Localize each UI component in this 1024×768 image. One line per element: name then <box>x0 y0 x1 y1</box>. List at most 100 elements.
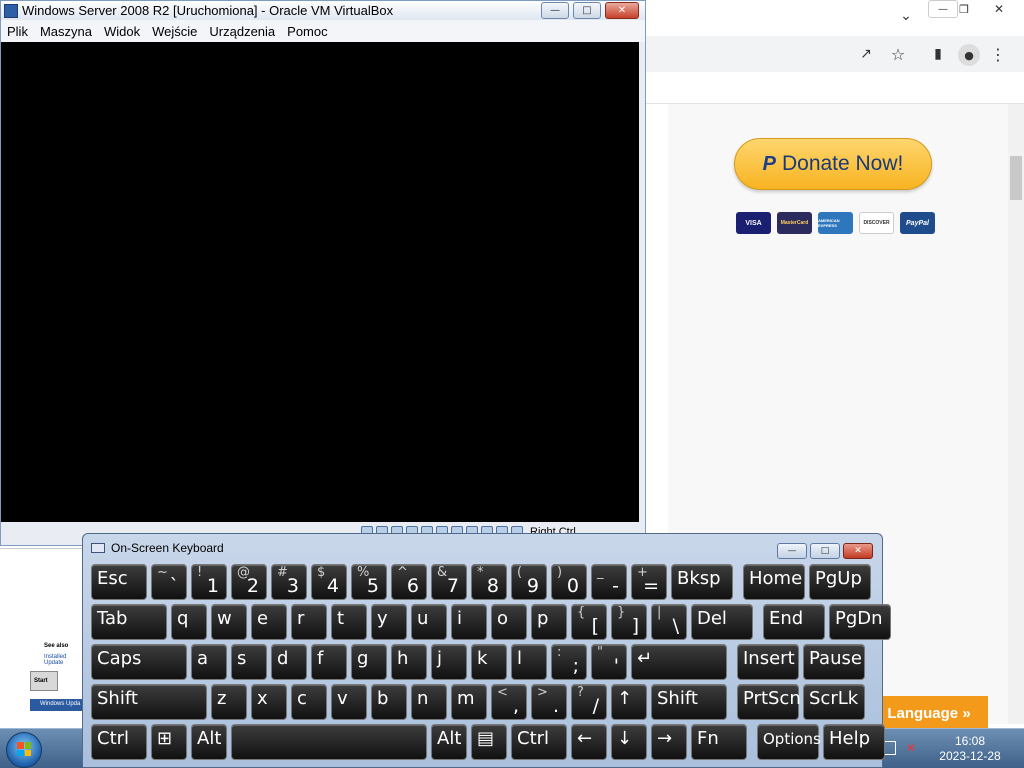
vbox-minimize-button[interactable]: — <box>541 2 569 19</box>
page-scrollbar-thumb[interactable] <box>1010 156 1022 200</box>
key-down-arrow[interactable]: ↓ <box>611 724 647 760</box>
key-alt-right[interactable]: Alt <box>431 724 467 760</box>
key-ctrl-right[interactable]: Ctrl <box>511 724 567 760</box>
osk-titlebar[interactable]: On-Screen Keyboard <box>91 540 224 556</box>
vm-display[interactable] <box>1 42 639 522</box>
key-enter[interactable]: ↵ <box>631 644 727 680</box>
key-tilde[interactable]: ~ ` <box>151 564 187 600</box>
menu-widok[interactable]: Widok <box>104 24 140 39</box>
key-t[interactable]: t <box>331 604 367 640</box>
key-c[interactable]: c <box>291 684 327 720</box>
key-home[interactable]: Home <box>743 564 805 600</box>
key-left-arrow[interactable]: ← <box>571 724 607 760</box>
key-pgup[interactable]: PgUp <box>809 564 871 600</box>
key-j[interactable]: j <box>431 644 467 680</box>
key-del[interactable]: Del <box>691 604 753 640</box>
key-0[interactable]: ) 0 <box>551 564 587 600</box>
key-7[interactable]: & 7 <box>431 564 467 600</box>
key-semicolon[interactable]: :; <box>551 644 587 680</box>
osk-minimize-button[interactable]: — <box>777 543 807 559</box>
key-s[interactable]: s <box>231 644 267 680</box>
key-backspace[interactable]: Bksp <box>671 564 733 600</box>
key-backslash[interactable]: | \ <box>651 604 687 640</box>
key-pgdn[interactable]: PgDn <box>829 604 891 640</box>
key-windows[interactable]: ⊞ <box>151 724 187 760</box>
address-bar[interactable]: ↗ ☆ ▮ ● ⋮ <box>644 36 1024 72</box>
menu-urzadzenia[interactable]: Urządzenia <box>209 24 275 39</box>
key-e[interactable]: e <box>251 604 287 640</box>
profile-avatar-icon[interactable]: ● <box>958 44 980 66</box>
vbox-maximize-button[interactable]: □ <box>573 2 601 19</box>
key-q[interactable]: q <box>171 604 207 640</box>
menu-pomoc[interactable]: Pomoc <box>287 24 327 39</box>
key-esc[interactable]: Esc <box>91 564 147 600</box>
key-period[interactable]: >. <box>531 684 567 720</box>
key-8[interactable]: * 8 <box>471 564 507 600</box>
key-u[interactable]: u <box>411 604 447 640</box>
tab-list-chevron-icon[interactable]: ⌄ <box>896 6 916 26</box>
browser-restore-button[interactable]: ❐ <box>950 0 978 18</box>
volume-muted-icon[interactable]: ✕ <box>906 741 920 755</box>
key-insert[interactable]: Insert <box>737 644 799 680</box>
key-scrlk[interactable]: ScrLk <box>803 684 865 720</box>
key-k[interactable]: k <box>471 644 507 680</box>
key-lbracket[interactable]: {[ <box>571 604 607 640</box>
key-menu[interactable]: ▤ <box>471 724 507 760</box>
key-ctrl-left[interactable]: Ctrl <box>91 724 147 760</box>
key-b[interactable]: b <box>371 684 407 720</box>
key-3[interactable]: #3 <box>271 564 307 600</box>
key-equals[interactable]: + = <box>631 564 667 600</box>
osk-close-button[interactable]: ✕ <box>843 543 873 559</box>
key-shift-left[interactable]: Shift <box>91 684 207 720</box>
side-panel-icon[interactable]: ▮ <box>928 44 948 64</box>
key-quote[interactable]: " ' <box>591 644 627 680</box>
installed-updates-link[interactable]: Installed Update <box>44 654 84 666</box>
key-f[interactable]: f <box>311 644 347 680</box>
key-rbracket[interactable]: }] <box>611 604 647 640</box>
key-z[interactable]: z <box>211 684 247 720</box>
key-w[interactable]: w <box>211 604 247 640</box>
key-2[interactable]: @2 <box>231 564 267 600</box>
browser-menu-icon[interactable]: ⋮ <box>990 44 1006 64</box>
key-x[interactable]: x <box>251 684 287 720</box>
browser-close-button[interactable]: ✕ <box>984 0 1014 18</box>
key-n[interactable]: n <box>411 684 447 720</box>
key-1[interactable]: ! 1 <box>191 564 227 600</box>
menu-plik[interactable]: Plik <box>7 24 28 39</box>
donate-button[interactable]: P Donate Now! <box>734 138 932 190</box>
key-l[interactable]: l <box>511 644 547 680</box>
key-space[interactable] <box>231 724 427 760</box>
vbox-titlebar[interactable]: Windows Server 2008 R2 [Uruchomiona] - O… <box>1 1 645 20</box>
key-r[interactable]: r <box>291 604 327 640</box>
key-fn[interactable]: Fn <box>691 724 747 760</box>
key-tab[interactable]: Tab <box>91 604 167 640</box>
menu-wejscie[interactable]: Wejście <box>152 24 197 39</box>
language-button[interactable]: Language » <box>870 696 988 730</box>
key-end[interactable]: End <box>763 604 825 640</box>
key-i[interactable]: i <box>451 604 487 640</box>
key-alt-left[interactable]: Alt <box>191 724 227 760</box>
key-slash[interactable]: ? / <box>571 684 607 720</box>
key-9[interactable]: (9 <box>511 564 547 600</box>
key-right-arrow[interactable]: → <box>651 724 687 760</box>
key-pause[interactable]: Pause <box>803 644 865 680</box>
tray-clock[interactable]: 16:08 2023-12-28 <box>930 734 1010 764</box>
vbox-close-button[interactable]: ✕ <box>605 2 639 19</box>
key-v[interactable]: v <box>331 684 367 720</box>
key-help[interactable]: Help <box>823 724 885 760</box>
menu-maszyna[interactable]: Maszyna <box>40 24 92 39</box>
key-minus[interactable]: _ - <box>591 564 627 600</box>
key-a[interactable]: a <box>191 644 227 680</box>
key-4[interactable]: $4 <box>311 564 347 600</box>
key-p[interactable]: p <box>531 604 567 640</box>
key-caps[interactable]: Caps <box>91 644 187 680</box>
bookmark-star-icon[interactable]: ☆ <box>888 44 908 64</box>
key-g[interactable]: g <box>351 644 387 680</box>
key-6[interactable]: ^ 6 <box>391 564 427 600</box>
key-comma[interactable]: <, <box>491 684 527 720</box>
key-h[interactable]: h <box>391 644 427 680</box>
key-o[interactable]: o <box>491 604 527 640</box>
key-options[interactable]: Options <box>757 724 821 760</box>
key-5[interactable]: % 5 <box>351 564 387 600</box>
key-up-arrow[interactable]: ↑ <box>611 684 647 720</box>
